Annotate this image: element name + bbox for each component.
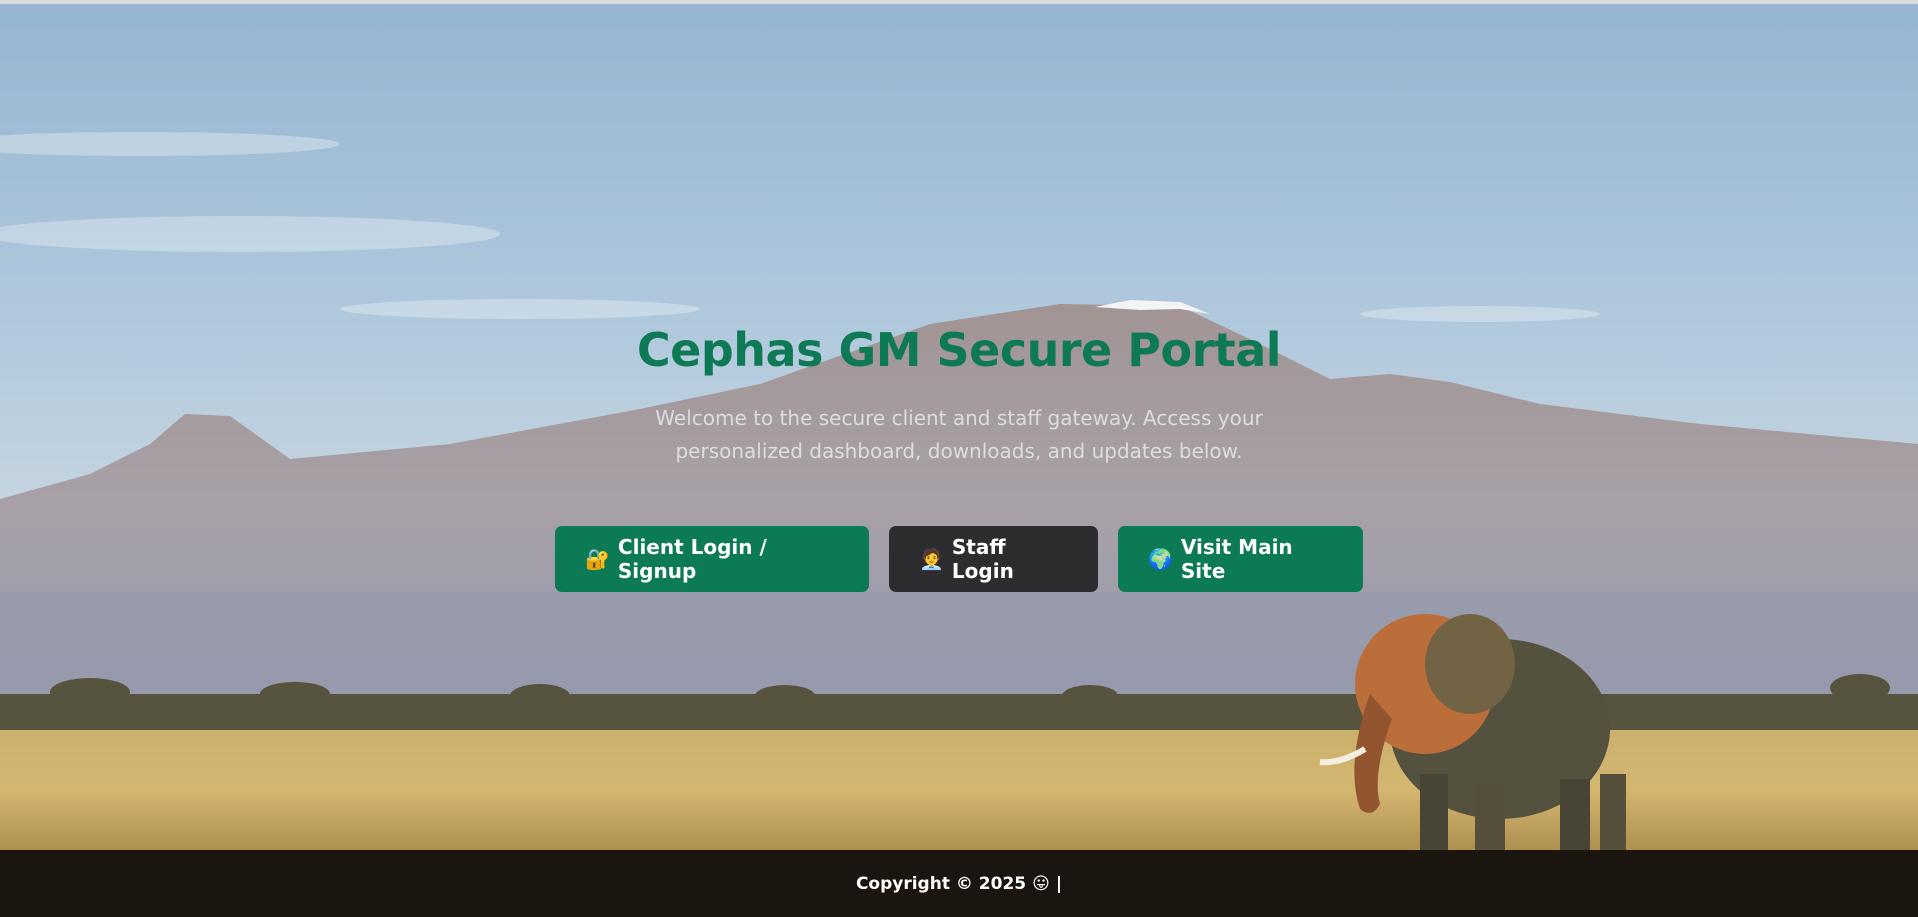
globe-icon: 🌍 (1148, 547, 1173, 571)
staff-login-button[interactable]: 🧑‍💼 Staff Login (889, 526, 1098, 592)
client-login-label: Client Login / Signup (617, 535, 767, 583)
action-buttons: 🔐 Client Login / Signup 🧑‍💼 Staff Login … (0, 526, 1918, 592)
visit-main-site-label: Visit Main Site (1180, 535, 1293, 583)
staff-login-label: Staff Login (951, 535, 1014, 583)
page-subtitle: Welcome to the secure client and staff g… (655, 406, 1263, 463)
tongue-face-icon: 😛 (1032, 873, 1050, 894)
page-title: Cephas GM Secure Portal (636, 323, 1282, 377)
page-footer: Copyright © 2025 😛 | (0, 850, 1918, 917)
visit-main-site-button[interactable]: 🌍 Visit Main Site (1118, 526, 1363, 592)
client-login-signup-button[interactable]: 🔐 Client Login / Signup (555, 526, 869, 592)
staff-person-icon: 🧑‍💼 (919, 547, 944, 571)
copyright-text: Copyright © 2025 (855, 873, 1027, 894)
hero-section: Cephas GM Secure Portal Welcome to the s… (0, 320, 1918, 468)
footer-separator: | (1055, 873, 1063, 894)
portal-page: Cephas GM Secure Portal Welcome to the s… (0, 0, 1918, 917)
lock-icon: 🔐 (585, 547, 610, 571)
